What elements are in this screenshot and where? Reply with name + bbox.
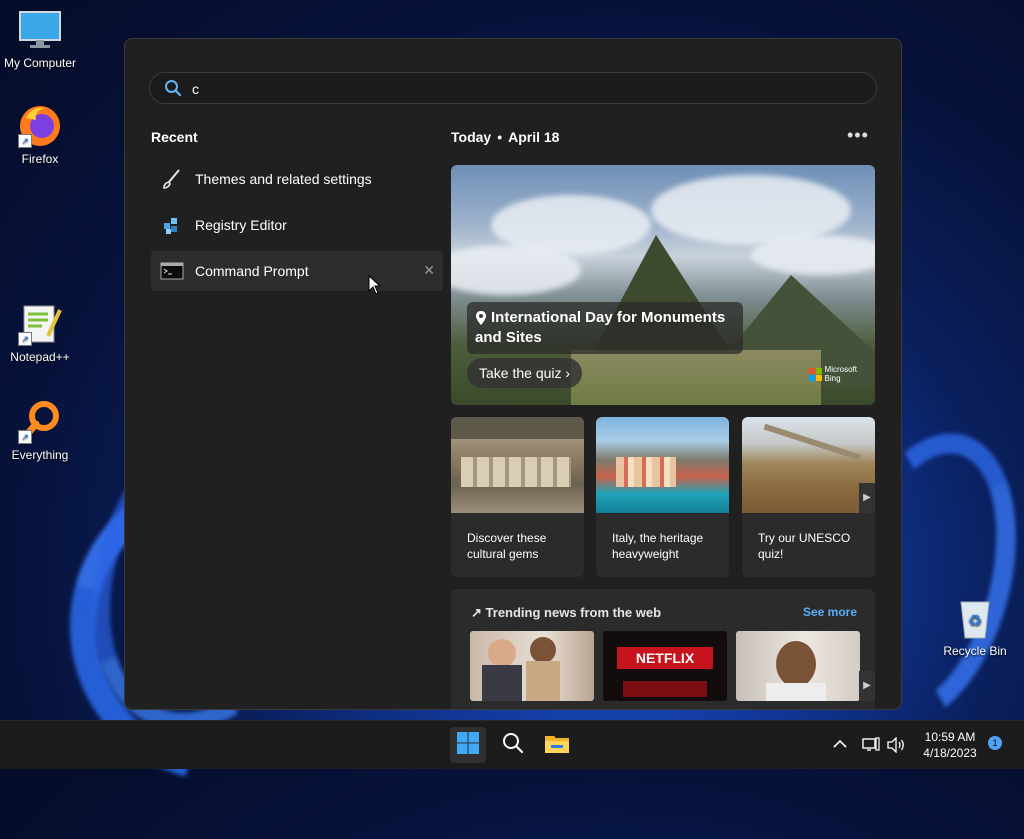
recycle-bin-icon: ♻ [953, 596, 997, 640]
monitor-icon [18, 8, 62, 52]
mouse-cursor-icon [368, 274, 382, 300]
show-hidden-icons-button[interactable] [822, 727, 858, 763]
volume-icon[interactable] [884, 727, 908, 763]
search-box[interactable] [149, 72, 877, 104]
system-clock[interactable]: 10:59 AM 4/18/2023 [910, 729, 990, 761]
more-options-button[interactable]: ••• [847, 125, 869, 146]
location-pin-icon [475, 311, 487, 325]
shortcut-arrow-icon: ↗ [18, 332, 32, 346]
recent-heading: Recent [151, 129, 198, 145]
desktop-icon-everything[interactable]: ↗ Everything [0, 400, 80, 462]
recent-item-label: Registry Editor [195, 217, 287, 233]
clock-date: 4/18/2023 [923, 746, 977, 760]
story-card[interactable]: Discover these cultural gems [451, 417, 584, 577]
story-image [596, 417, 729, 513]
trending-next-arrow-icon[interactable]: ▶ [859, 671, 875, 701]
story-image [742, 417, 875, 513]
desktop-icon-label: Everything [11, 448, 69, 462]
news-thumbnail[interactable] [470, 631, 594, 701]
hero-title: International Day for Monuments and Site… [467, 302, 743, 354]
windows-logo-icon [456, 731, 480, 760]
clock-time: 10:59 AM [924, 730, 976, 744]
news-thumbnail[interactable] [736, 631, 860, 701]
story-card[interactable]: Try our UNESCO quiz! [742, 417, 875, 577]
remove-close-icon[interactable]: ✕ [423, 262, 435, 279]
start-button[interactable] [450, 727, 486, 763]
desktop-icon-my-computer[interactable]: My Computer [0, 8, 80, 70]
recent-item-themes[interactable]: Themes and related settings [151, 159, 443, 199]
registry-icon [160, 213, 184, 237]
story-title: Italy, the heritage heavyweight [612, 531, 704, 561]
desktop-icon-notepadpp[interactable]: ↗ Notepad++ [0, 302, 80, 364]
taskbar-search-button[interactable] [495, 727, 531, 763]
recent-item-label: Themes and related settings [195, 171, 372, 187]
folder-icon [544, 732, 570, 759]
chevron-up-icon [833, 736, 847, 754]
search-input[interactable] [190, 77, 844, 101]
news-thumbnail[interactable]: NETFLIX [603, 631, 727, 701]
see-more-link[interactable]: See more [803, 605, 857, 619]
desktop-icon-label: Notepad++ [10, 350, 70, 364]
cards-next-arrow-icon[interactable]: ▶ [859, 483, 875, 513]
magnifier-orange-icon: ↗ [18, 400, 62, 444]
firefox-icon: ↗ [18, 104, 62, 148]
trending-arrow-icon: ↗ [471, 605, 482, 620]
story-image [451, 417, 584, 513]
hero-card[interactable]: International Day for Monuments and Site… [451, 165, 875, 405]
trending-news-card: ↗ Trending news from the web See more NE… [451, 589, 875, 709]
story-card[interactable]: Italy, the heritage heavyweight [596, 417, 729, 577]
story-cards: Discover these cultural gems Italy, the … [451, 417, 875, 577]
terminal-icon [160, 259, 184, 283]
brush-icon [160, 167, 184, 191]
shortcut-arrow-icon: ↗ [18, 134, 32, 148]
shortcut-arrow-icon: ↗ [18, 430, 32, 444]
desktop-icon-recycle-bin[interactable]: ♻ Recycle Bin [935, 596, 1015, 658]
notepadpp-icon: ↗ [18, 302, 62, 346]
date-label: April 18 [508, 129, 560, 145]
recent-item-registry-editor[interactable]: Registry Editor [151, 205, 443, 245]
taskbar: 10:59 AM 4/18/2023 [0, 720, 1024, 769]
search-icon [164, 79, 182, 97]
desktop-icon-firefox[interactable]: ↗ Firefox [0, 104, 80, 166]
story-title: Discover these cultural gems [467, 531, 547, 561]
search-panel: Recent Themes and related settings Regis… [124, 38, 902, 710]
desktop-icon-label: Recycle Bin [943, 644, 1007, 658]
notification-badge[interactable]: 1 [988, 736, 1002, 750]
desktop-icon-label: Firefox [21, 152, 59, 166]
today-label: Today [451, 129, 492, 145]
chevron-right-icon: › [565, 365, 571, 381]
trending-title: ↗ Trending news from the web [471, 605, 662, 620]
recent-item-label: Command Prompt [195, 263, 309, 279]
recent-item-command-prompt[interactable]: Command Prompt ✕ [151, 251, 443, 291]
microsoft-bing-logo: Microsoft Bing [808, 365, 857, 383]
widgets-date-header: Today • April 18 [451, 129, 560, 145]
svg-text:♻: ♻ [968, 611, 982, 630]
take-quiz-button[interactable]: Take the quiz › [467, 358, 583, 388]
file-explorer-button[interactable] [539, 727, 575, 763]
search-icon [502, 732, 524, 759]
recent-list: Themes and related settings Registry Edi… [151, 159, 443, 297]
story-title: Try our UNESCO quiz! [758, 531, 851, 561]
desktop-icon-label: My Computer [3, 56, 77, 70]
network-icon[interactable] [860, 727, 882, 763]
